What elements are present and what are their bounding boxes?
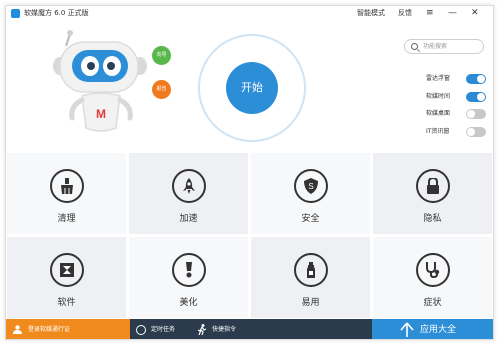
start-button[interactable]: 开始 — [226, 62, 278, 114]
app-store-label: 应用大全 — [420, 325, 457, 335]
broom-icon — [50, 169, 84, 203]
tool-beautify[interactable]: 美化 — [128, 236, 249, 319]
title-bar: 软媒魔方 6.0 正式版 智能模式 反馈 ≡ — ✕ — [6, 6, 493, 21]
toggle-row-news: IT资讯窗 — [426, 125, 490, 143]
toggle-row-desktop: 软媒桌面 — [426, 107, 490, 125]
tool-software[interactable]: 软件 — [6, 236, 127, 319]
tool-symptom[interactable]: 症状 — [372, 236, 493, 319]
app-title: 软媒魔方 6.0 正式版 — [24, 9, 89, 17]
clock-icon — [136, 325, 146, 335]
bottom-bar: 登录软媒通行证 定时任务 快捷指令 应用大全 — [6, 319, 493, 339]
tool-speedup[interactable]: 加速 — [128, 152, 249, 235]
toggle-label: IT资讯窗 — [426, 127, 450, 135]
stethoscope-icon — [416, 253, 450, 287]
mode-button[interactable]: 智能模式 — [357, 6, 385, 21]
tool-label: 美化 — [179, 298, 198, 308]
lock-icon — [416, 169, 450, 203]
tool-security[interactable]: S 安全 — [250, 152, 371, 235]
toggle-row-time: 软媒时间 — [426, 90, 490, 108]
tool-privacy[interactable]: 隐私 — [372, 152, 493, 235]
tool-label: 症状 — [423, 298, 442, 308]
time-toggle[interactable] — [466, 91, 486, 102]
bottle-icon — [294, 253, 328, 287]
news-toggle[interactable] — [466, 126, 486, 137]
login-label: 登录软媒通行证 — [28, 326, 71, 333]
toggle-row-radar: 雷达浮窗 — [426, 72, 490, 90]
robot-mascot-icon: M — [53, 30, 147, 132]
tool-label: 软件 — [57, 298, 76, 308]
tool-label: 隐私 — [423, 214, 442, 224]
main-window: 软媒魔方 6.0 正式版 智能模式 反馈 ≡ — ✕ 功能搜索 M 向导 报告 … — [5, 5, 494, 340]
arrow-up-icon — [400, 322, 414, 337]
login-button[interactable]: 登录软媒通行证 — [6, 319, 130, 339]
paint-icon — [172, 253, 206, 287]
close-icon[interactable]: ✕ — [471, 6, 479, 21]
tool-label: 加速 — [179, 214, 198, 224]
tool-grid: 清理 加速 S 安全 隐私 软件 美化 易用 症状 — [6, 152, 493, 319]
report-button[interactable]: 报告 — [152, 80, 171, 99]
feedback-button[interactable]: 反馈 — [398, 6, 412, 21]
toggle-knob — [477, 75, 485, 83]
feature-toggles: 雷达浮窗 软媒时间 软媒桌面 IT资讯窗 — [426, 72, 490, 142]
search-icon — [411, 43, 418, 50]
minimize-icon[interactable]: — — [448, 6, 457, 21]
toggle-label: 软媒时间 — [426, 92, 451, 100]
tool-label: 清理 — [57, 214, 76, 224]
tool-usability[interactable]: 易用 — [250, 236, 371, 319]
tool-label: 易用 — [301, 298, 320, 308]
toggle-knob — [467, 127, 475, 136]
menu-icon[interactable]: ≡ — [426, 6, 434, 21]
rocket-icon — [172, 169, 206, 203]
scheduled-task-label: 定时任务 — [151, 326, 176, 333]
search-placeholder: 功能搜索 — [423, 43, 448, 50]
app-store-button[interactable]: 应用大全 — [372, 319, 493, 339]
radar-toggle[interactable] — [466, 74, 486, 84]
toggle-knob — [467, 110, 475, 118]
toggle-label: 软媒桌面 — [426, 110, 451, 117]
desktop-toggle[interactable] — [466, 109, 486, 119]
shield-icon: S — [294, 169, 328, 203]
user-icon — [13, 325, 22, 334]
guide-button[interactable]: 向导 — [152, 46, 171, 65]
toggle-knob — [477, 92, 485, 101]
toggle-label: 雷达浮窗 — [426, 75, 451, 82]
aperture-icon — [50, 253, 84, 287]
app-logo-icon — [11, 9, 20, 18]
search-input[interactable]: 功能搜索 — [404, 39, 484, 54]
quick-command-label: 快捷指令 — [212, 326, 237, 333]
tool-clean[interactable]: 清理 — [6, 152, 127, 235]
svg-text:S: S — [308, 182, 313, 191]
runner-icon — [197, 324, 207, 335]
tool-label: 安全 — [301, 214, 320, 224]
svg-text:M: M — [96, 107, 106, 121]
